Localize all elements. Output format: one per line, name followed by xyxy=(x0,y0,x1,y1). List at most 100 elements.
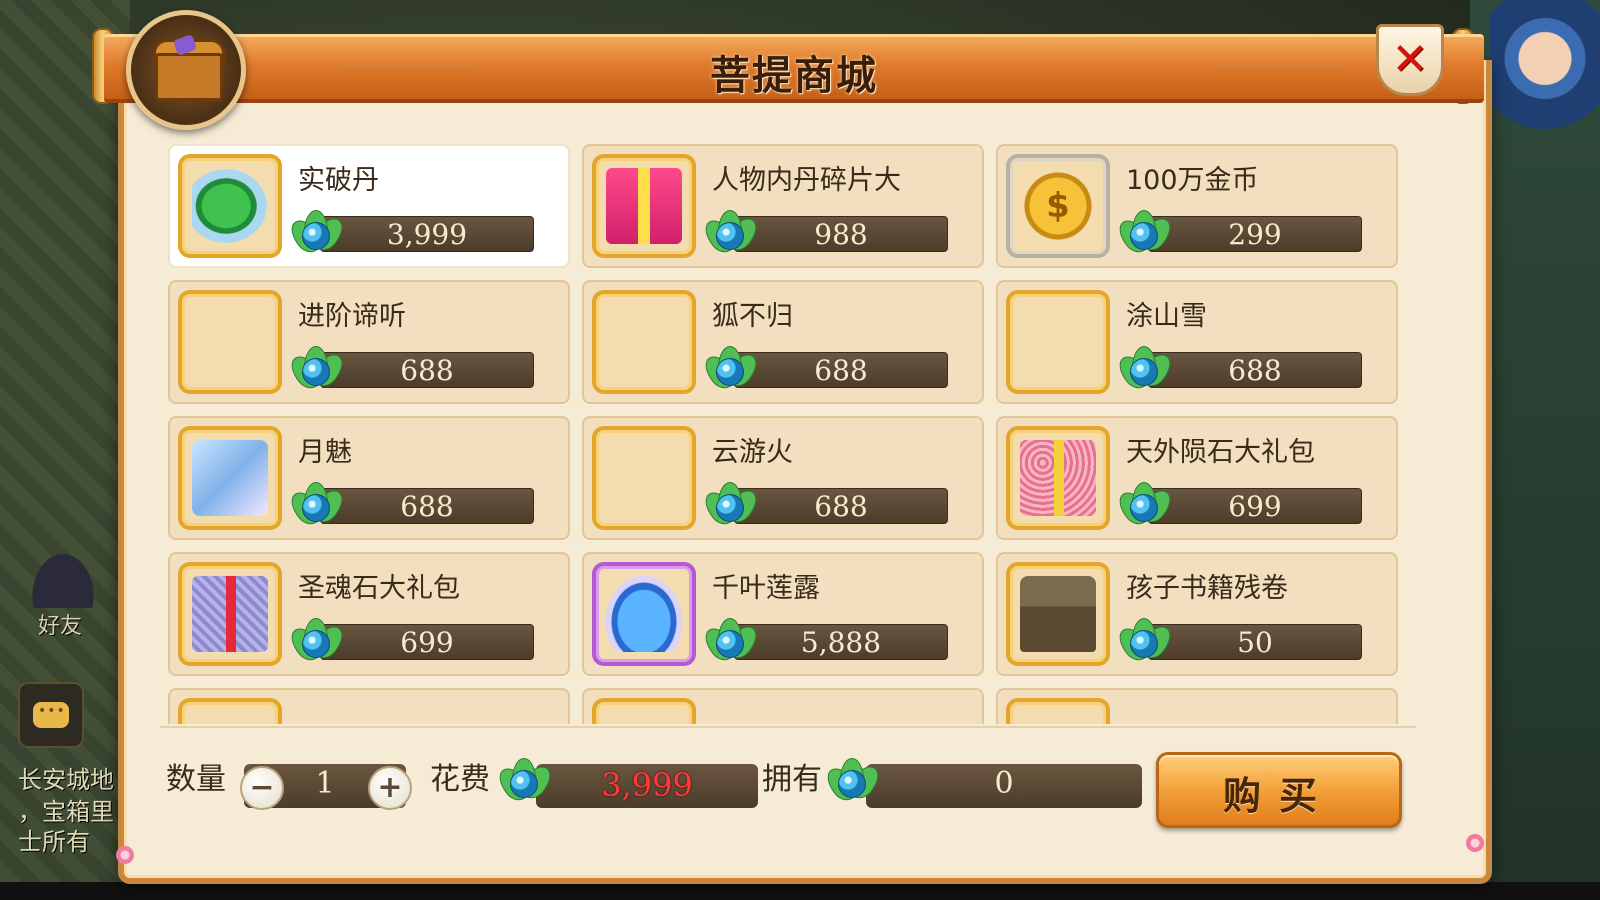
flower-decoration xyxy=(116,846,134,864)
currency-gem-icon xyxy=(285,344,349,396)
shop-item-card[interactable] xyxy=(168,688,570,724)
shop-item-card[interactable]: 天外陨石大礼包 699 xyxy=(996,416,1398,540)
item-name: 月魅 xyxy=(298,437,352,468)
item-name: 实破丹 xyxy=(298,165,379,196)
gift-pink-icon xyxy=(1020,440,1096,516)
item-icon-frame xyxy=(178,698,282,724)
shop-item-card[interactable]: 涂山雪 688 xyxy=(996,280,1398,404)
vase-icon xyxy=(606,576,682,652)
close-icon: ✕ xyxy=(1391,34,1429,85)
currency-gem-icon xyxy=(699,616,763,668)
currency-gem-icon xyxy=(821,756,885,808)
window-title: 菩提商城 xyxy=(710,53,878,99)
chest-icon xyxy=(1020,576,1096,652)
egg-icon xyxy=(192,168,268,244)
cost-label: 花费 xyxy=(430,762,490,797)
shop-item-card[interactable]: 进阶谛听 688 xyxy=(168,280,570,404)
item-price-bar: 699 xyxy=(1148,488,1362,524)
cost-field: 3,999 xyxy=(536,764,758,808)
shop-item-card[interactable]: 孩子书籍残卷 50 xyxy=(996,552,1398,676)
item-price: 5,888 xyxy=(800,626,882,659)
buy-label: 购买 xyxy=(1222,774,1335,818)
item-price-bar: 688 xyxy=(734,352,948,388)
shop-item-card[interactable]: 千叶莲露 5,888 xyxy=(582,552,984,676)
shop-item-card[interactable]: 月魅 688 xyxy=(168,416,570,540)
quantity-label: 数量 xyxy=(166,762,226,797)
item-price-bar: 299 xyxy=(1148,216,1362,252)
chat-button[interactable] xyxy=(18,682,84,748)
item-name: 孩子书籍残卷 xyxy=(1126,573,1288,604)
gift-purple-icon xyxy=(192,576,268,652)
item-icon-frame xyxy=(592,290,696,394)
cost-value: 3,999 xyxy=(601,766,693,804)
currency-gem-icon xyxy=(285,208,349,260)
item-name: 进阶谛听 xyxy=(298,301,406,332)
shop-item-card[interactable]: 圣魂石大礼包 699 xyxy=(168,552,570,676)
item-price-bar: 688 xyxy=(320,352,534,388)
item-icon-frame xyxy=(1006,290,1110,394)
item-name: 人物内丹碎片大 xyxy=(712,165,901,196)
item-name: 狐不归 xyxy=(712,301,793,332)
item-price: 988 xyxy=(814,218,868,251)
item-price-bar: 3,999 xyxy=(320,216,534,252)
item-icon-frame xyxy=(178,290,282,394)
item-price-bar: 688 xyxy=(1148,352,1362,388)
item-icon-frame xyxy=(592,154,696,258)
item-price-bar: 688 xyxy=(734,488,948,524)
divider xyxy=(160,726,1416,728)
title-bar: 菩提商城 xyxy=(104,34,1484,103)
item-name: 云游火 xyxy=(712,437,793,468)
close-button[interactable]: ✕ xyxy=(1376,24,1444,96)
gift-red-icon xyxy=(606,168,682,244)
shop-item-card[interactable]: 实破丹 3,999 xyxy=(168,144,570,268)
item-icon-frame xyxy=(592,562,696,666)
currency-gem-icon xyxy=(493,756,557,808)
item-price: 699 xyxy=(400,626,454,659)
item-icon-frame xyxy=(1006,698,1110,724)
currency-gem-icon xyxy=(699,480,763,532)
friend-avatar-icon xyxy=(28,548,98,608)
friends-button[interactable]: 好友 xyxy=(18,548,110,644)
owned-field: 0 xyxy=(866,764,1142,808)
currency-gem-icon xyxy=(1113,480,1177,532)
item-icon-frame xyxy=(178,154,282,258)
shop-item-card[interactable]: 狐不归 688 xyxy=(582,280,984,404)
item-name: 千叶莲露 xyxy=(712,573,820,604)
item-price-bar: 50 xyxy=(1148,624,1362,660)
item-price-bar: 688 xyxy=(320,488,534,524)
item-name: 100万金币 xyxy=(1126,165,1259,196)
currency-gem-icon xyxy=(699,208,763,260)
chat-bubble-icon xyxy=(33,702,69,728)
shop-item-card[interactable] xyxy=(996,688,1398,724)
buy-button[interactable]: 购买 xyxy=(1156,752,1402,828)
player-portrait[interactable] xyxy=(1490,0,1600,130)
item-grid[interactable]: 实破丹 3,999 人物内丹碎片大 988 100万金币 299 进阶谛听 688 狐不归 688… xyxy=(160,140,1416,724)
item-price-bar: 699 xyxy=(320,624,534,660)
shop-item-card[interactable] xyxy=(582,688,984,724)
decrease-quantity-button[interactable]: − xyxy=(240,766,284,810)
item-icon-frame xyxy=(1006,562,1110,666)
item-price: 688 xyxy=(400,354,454,387)
item-icon-frame xyxy=(592,426,696,530)
friends-label: 好友 xyxy=(38,614,83,639)
shop-item-card[interactable]: 100万金币 299 xyxy=(996,144,1398,268)
owned-value: 0 xyxy=(994,766,1014,801)
item-price: 699 xyxy=(1228,490,1282,523)
increase-quantity-button[interactable]: + xyxy=(368,766,412,810)
bottom-status-strip xyxy=(0,882,1600,900)
item-price: 299 xyxy=(1228,218,1282,251)
item-price-bar: 5,888 xyxy=(734,624,948,660)
currency-gem-icon xyxy=(1113,344,1177,396)
shop-item-card[interactable]: 云游火 688 xyxy=(582,416,984,540)
coin-icon xyxy=(1020,168,1096,244)
item-name: 圣魂石大礼包 xyxy=(298,573,460,604)
currency-gem-icon xyxy=(1113,208,1177,260)
treasure-chest-icon xyxy=(126,10,246,130)
fairy-icon xyxy=(192,440,268,516)
shop-item-card[interactable]: 人物内丹碎片大 988 xyxy=(582,144,984,268)
flower-decoration xyxy=(1466,834,1484,852)
owned-label: 拥有 xyxy=(762,762,822,797)
item-icon-frame xyxy=(178,562,282,666)
currency-gem-icon xyxy=(285,480,349,532)
item-price: 688 xyxy=(814,490,868,523)
